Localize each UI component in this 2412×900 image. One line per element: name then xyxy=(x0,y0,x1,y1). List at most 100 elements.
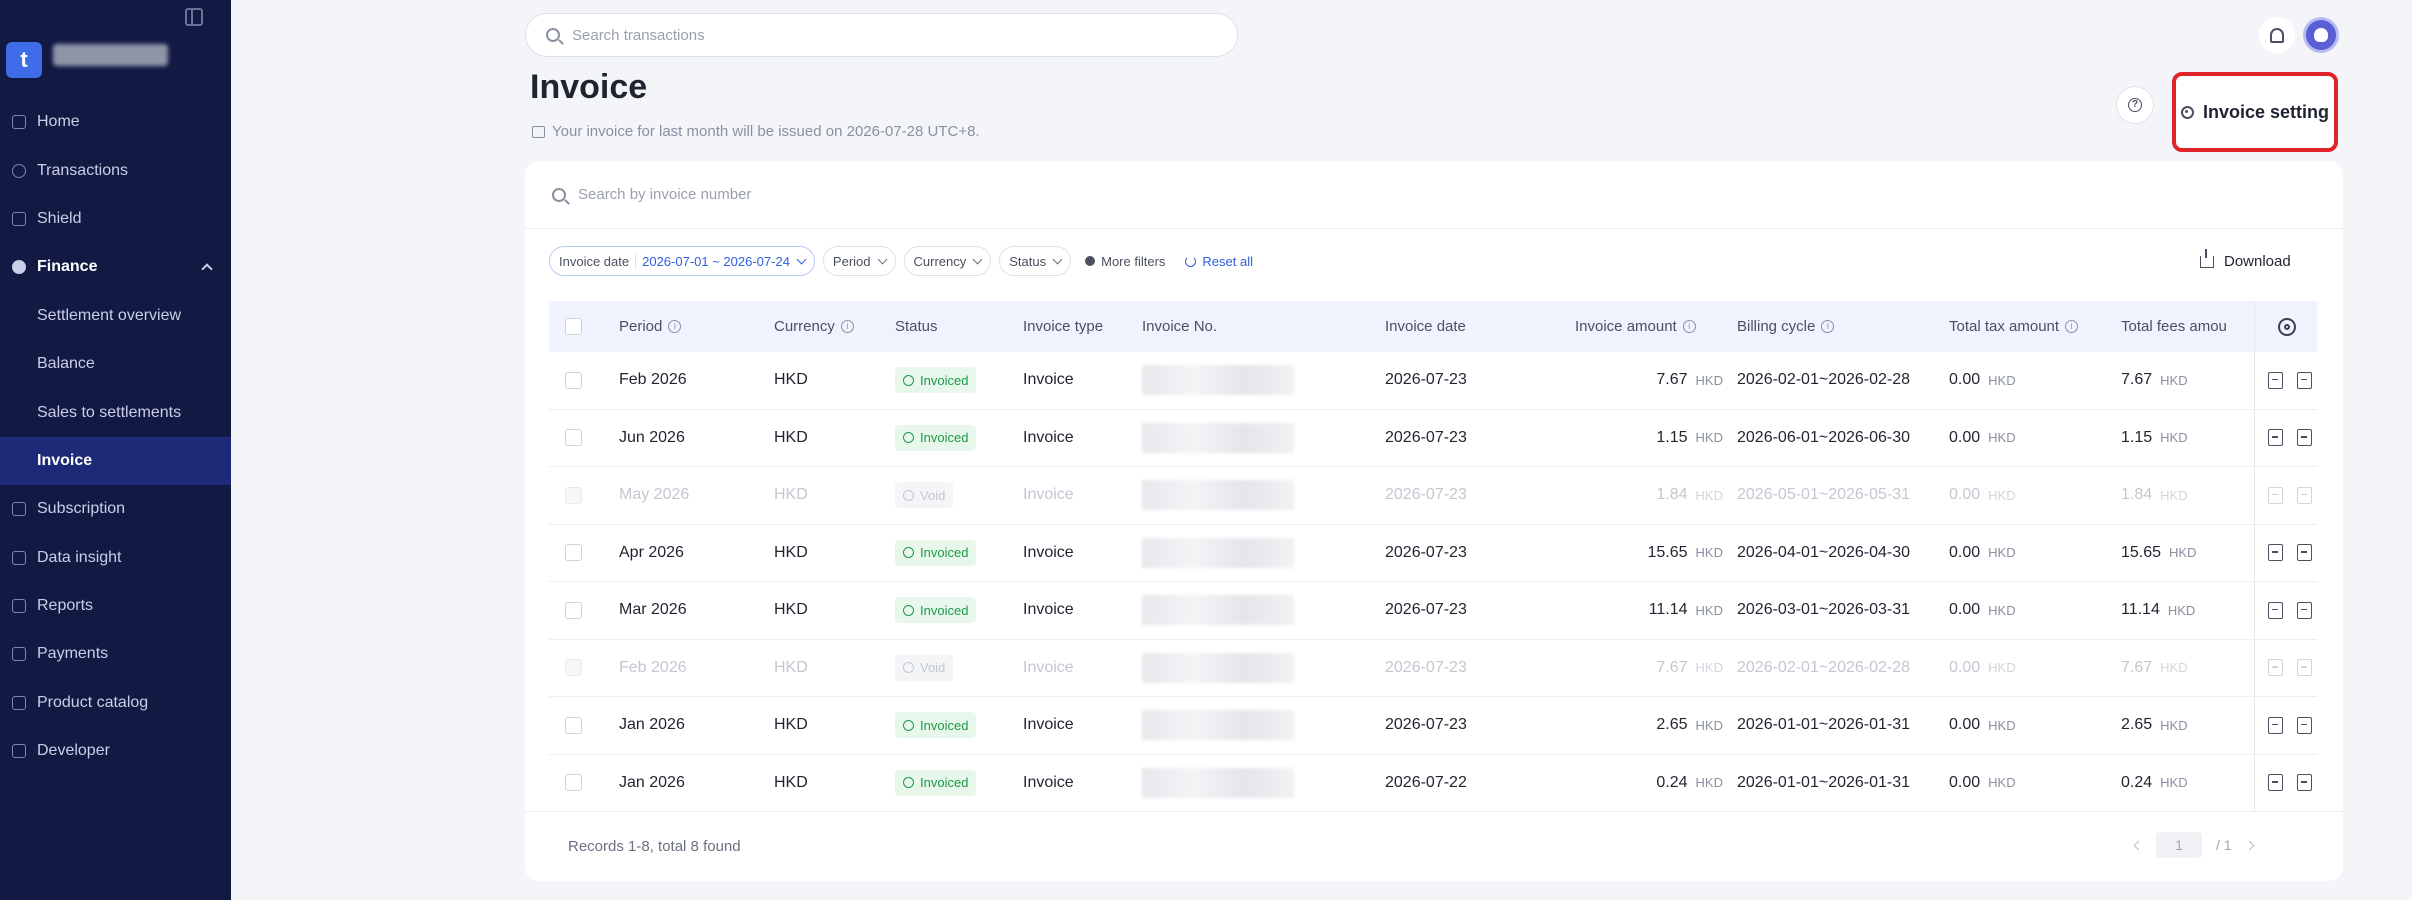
invoice-setting-button[interactable]: Invoice setting xyxy=(2172,72,2338,152)
invoice-search-input[interactable] xyxy=(578,186,2190,203)
table-row[interactable]: Apr 2026 HKD Invoiced Invoice 2026-07-23 15.6… xyxy=(549,524,2317,582)
invoice-download-icon[interactable] xyxy=(2297,544,2312,562)
invoice-pdf-icon[interactable] xyxy=(2268,544,2283,562)
info-icon[interactable]: i xyxy=(668,320,682,333)
invoice-download-icon[interactable] xyxy=(2297,429,2312,447)
search-input[interactable] xyxy=(572,26,1194,44)
table-row[interactable]: Jan 2026 HKD Invoiced Invoice 2026-07-22 0.24… xyxy=(549,754,2317,812)
plus-icon xyxy=(1085,256,1096,266)
row-checkbox[interactable] xyxy=(565,601,582,619)
invoice-pdf-icon[interactable] xyxy=(2268,429,2283,447)
invoice-number-redacted[interactable] xyxy=(1142,652,1294,683)
sidebar-item-finance[interactable]: Finance xyxy=(0,243,231,291)
avatar[interactable] xyxy=(2303,17,2339,53)
invoice-pdf-icon[interactable] xyxy=(2268,659,2283,677)
column-settings-button[interactable] xyxy=(2278,317,2296,336)
table-row[interactable]: May 2026 HKD Void Invoice 2026-07-23 1.84 HKD 2… xyxy=(549,467,2317,525)
sidebar-item-payments[interactable]: Payments xyxy=(0,630,231,678)
cell-tax: 0.00 HKD xyxy=(1949,486,2016,504)
table-row[interactable]: Feb 2026 HKD Void Invoice 2026-07-23 7.67 HKD 2… xyxy=(549,639,2317,697)
amount-currency: HKD xyxy=(1695,717,1723,733)
row-actions xyxy=(2268,774,2312,792)
invoice-search[interactable] xyxy=(525,161,2343,229)
cell-fees: 7.67 HKD xyxy=(2121,659,2188,677)
currency-filter[interactable]: Currency xyxy=(903,246,992,276)
info-icon[interactable]: i xyxy=(1821,320,1835,333)
sidebar-item-reports[interactable]: Reports xyxy=(0,582,231,630)
invoice-number-redacted[interactable] xyxy=(1142,710,1294,741)
status-badge: Invoiced xyxy=(895,597,977,624)
row-checkbox[interactable] xyxy=(565,716,582,734)
invoice-number-redacted[interactable] xyxy=(1142,365,1294,396)
invoice-download-icon[interactable] xyxy=(2297,371,2312,389)
fees-currency: HKD xyxy=(2160,372,2188,388)
sidebar-item-home[interactable]: Home xyxy=(0,98,231,146)
info-icon[interactable]: i xyxy=(2065,320,2079,333)
table-row[interactable]: Feb 2026 HKD Invoiced Invoice 2026-07-23 7.67… xyxy=(549,352,2317,410)
more-filters-button[interactable]: More filters xyxy=(1079,246,1171,276)
invoice-download-icon[interactable] xyxy=(2297,601,2312,619)
row-checkbox[interactable] xyxy=(565,371,582,389)
invoice-number-redacted[interactable] xyxy=(1142,422,1294,453)
notification-button[interactable] xyxy=(2259,17,2295,53)
sidebar-item-invoice[interactable]: Invoice xyxy=(0,436,231,486)
invoice-pdf-icon[interactable] xyxy=(2268,601,2283,619)
brand-logo[interactable]: t xyxy=(6,42,42,78)
sidebar-item-product-catalog[interactable]: Product catalog xyxy=(0,679,231,727)
invoice-number-redacted[interactable] xyxy=(1142,537,1294,568)
table-row[interactable]: Jan 2026 HKD Invoiced Invoice 2026-07-23 2.65… xyxy=(549,697,2317,755)
sidebar-item-shield[interactable]: Shield xyxy=(0,195,231,243)
global-search[interactable] xyxy=(525,13,1238,57)
invoice-pdf-icon[interactable] xyxy=(2268,716,2283,734)
help-button[interactable]: ? xyxy=(2116,86,2154,124)
invoice-pdf-icon[interactable] xyxy=(2268,371,2283,389)
page-number-input[interactable]: 1 xyxy=(2156,832,2202,858)
sidebar-item-data-insight[interactable]: Data insight xyxy=(0,534,231,582)
info-icon[interactable]: i xyxy=(840,320,854,333)
row-checkbox[interactable] xyxy=(565,486,582,504)
gear-icon xyxy=(2180,105,2194,119)
invoice-pdf-icon[interactable] xyxy=(2268,774,2283,792)
invoice-pdf-icon[interactable] xyxy=(2268,486,2283,504)
sidebar-item-settlement-overview[interactable]: Settlement overview xyxy=(0,292,231,340)
sidebar-item-label: Settlement overview xyxy=(37,306,182,324)
amount-value: 15.65 xyxy=(1647,543,1688,561)
download-button[interactable]: Download xyxy=(2200,248,2291,270)
table-row[interactable]: Mar 2026 HKD Invoiced Invoice 2026-07-23 11.1… xyxy=(549,582,2317,640)
reset-all-button[interactable]: Reset all xyxy=(1179,246,1259,276)
table-row[interactable]: Jun 2026 HKD Invoiced Invoice 2026-07-23 1.15… xyxy=(549,409,2317,467)
prev-page-icon[interactable] xyxy=(2133,840,2144,850)
select-all-checkbox[interactable] xyxy=(565,318,582,335)
invoice-download-icon[interactable] xyxy=(2297,659,2312,677)
sidebar-collapse-icon[interactable] xyxy=(185,8,203,26)
invoice-number-redacted[interactable] xyxy=(1142,595,1294,626)
row-actions xyxy=(2268,659,2312,677)
invoice-date-filter[interactable]: Invoice date 2026-07-01 ~ 2026-07-24 xyxy=(549,246,815,276)
invoice-download-icon[interactable] xyxy=(2297,774,2312,792)
sidebar-item-developer[interactable]: Developer xyxy=(0,727,231,775)
col-label: Invoice No. xyxy=(1142,318,1218,335)
invoice-number-redacted[interactable] xyxy=(1142,480,1294,511)
period-filter[interactable]: Period xyxy=(822,246,896,276)
fees-value: 0.24 xyxy=(2121,773,2153,791)
account-name-redacted[interactable] xyxy=(53,44,168,66)
status-filter[interactable]: Status xyxy=(999,246,1072,276)
row-checkbox[interactable] xyxy=(565,429,582,447)
row-checkbox[interactable] xyxy=(565,659,582,677)
column-divider xyxy=(2254,639,2255,696)
chevron-down-icon xyxy=(972,254,983,264)
invoice-download-icon[interactable] xyxy=(2297,716,2312,734)
invoice-number-redacted[interactable] xyxy=(1142,767,1294,798)
info-icon[interactable]: i xyxy=(1682,320,1696,333)
cell-fees: 1.84 HKD xyxy=(2121,486,2188,504)
sidebar-item-balance[interactable]: Balance xyxy=(0,340,231,388)
cell-currency: HKD xyxy=(774,658,808,676)
sidebar-item-transactions[interactable]: Transactions xyxy=(0,146,231,194)
sidebar-item-subscription[interactable]: Subscription xyxy=(0,485,231,533)
row-checkbox[interactable] xyxy=(565,544,582,562)
invoice-download-icon[interactable] xyxy=(2297,486,2312,504)
next-page-icon[interactable] xyxy=(2244,840,2255,850)
row-checkbox[interactable] xyxy=(565,774,582,792)
tax-currency: HKD xyxy=(1988,372,2016,388)
sidebar-item-sales-to-settlements[interactable]: Sales to settlements xyxy=(0,388,231,436)
